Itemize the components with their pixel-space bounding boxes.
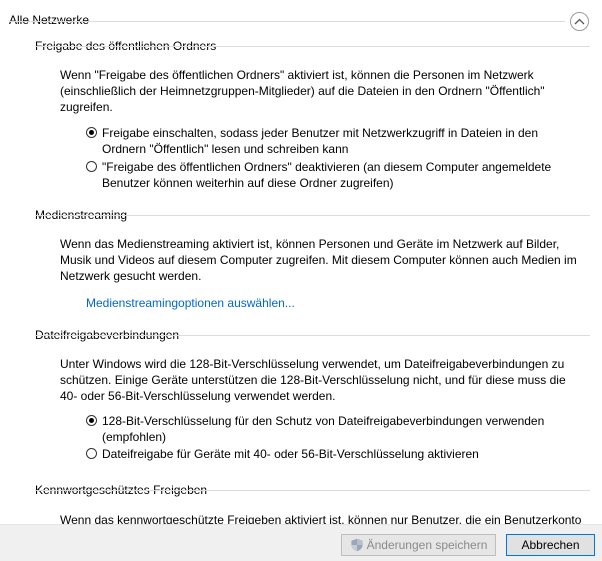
radio-128-bit-encryption[interactable]: 128-Bit-Verschlüsselung für den Schutz v… <box>86 413 581 445</box>
section-divider <box>35 490 590 491</box>
uac-shield-icon <box>351 538 363 552</box>
dialog-footer: Änderungen speichern Abbrechen <box>0 524 602 561</box>
group-title: Alle Netzwerke <box>9 12 98 28</box>
section-divider <box>35 215 590 216</box>
radio-label: Dateifreigabe für Geräte mit 40- oder 56… <box>102 447 479 461</box>
radio-public-folder-on[interactable]: Freigabe einschalten, sodass jeder Benut… <box>86 125 581 157</box>
radio-button[interactable] <box>86 127 97 138</box>
save-changes-label: Änderungen speichern <box>366 538 488 552</box>
file-sharing-description: Unter Windows wird die 128-Bit-Verschlüs… <box>60 357 566 403</box>
radio-label: "Freigabe des öffentlichen Ordners" deak… <box>102 160 552 190</box>
cancel-button[interactable]: Abbrechen <box>506 534 595 556</box>
advanced-sharing-settings-window: Alle Netzwerke Freigabe des öffentlichen… <box>0 0 602 561</box>
cancel-label: Abbrechen <box>521 538 580 552</box>
radio-button[interactable] <box>86 161 97 172</box>
radio-button[interactable] <box>86 448 97 459</box>
radio-40-56-bit-encryption[interactable]: Dateifreigabe für Geräte mit 40- oder 56… <box>86 446 581 462</box>
media-streaming-options-link[interactable]: Medienstreamingoptionen auswählen... <box>86 295 295 311</box>
password-sharing-description: Wenn das kennwortgeschützte Freigeben ak… <box>60 513 582 524</box>
radio-label: Freigabe einschalten, sodass jeder Benut… <box>102 126 539 156</box>
group-divider <box>9 21 565 22</box>
radio-public-folder-off[interactable]: "Freigabe des öffentlichen Ordners" deak… <box>86 159 581 191</box>
public-folder-description: Wenn "Freigabe des öffentlichen Ordners"… <box>60 68 545 114</box>
chevron-up-icon <box>574 18 585 25</box>
section-divider <box>35 335 590 336</box>
media-streaming-description: Wenn das Medienstreaming aktiviert ist, … <box>60 237 577 283</box>
section-divider <box>35 46 590 47</box>
radio-button[interactable] <box>86 415 97 426</box>
collapse-group-button[interactable] <box>570 12 589 31</box>
settings-scroll-area[interactable]: Alle Netzwerke Freigabe des öffentlichen… <box>0 0 602 524</box>
radio-label: 128-Bit-Verschlüsselung für den Schutz v… <box>102 414 545 444</box>
save-changes-button[interactable]: Änderungen speichern <box>341 534 496 556</box>
